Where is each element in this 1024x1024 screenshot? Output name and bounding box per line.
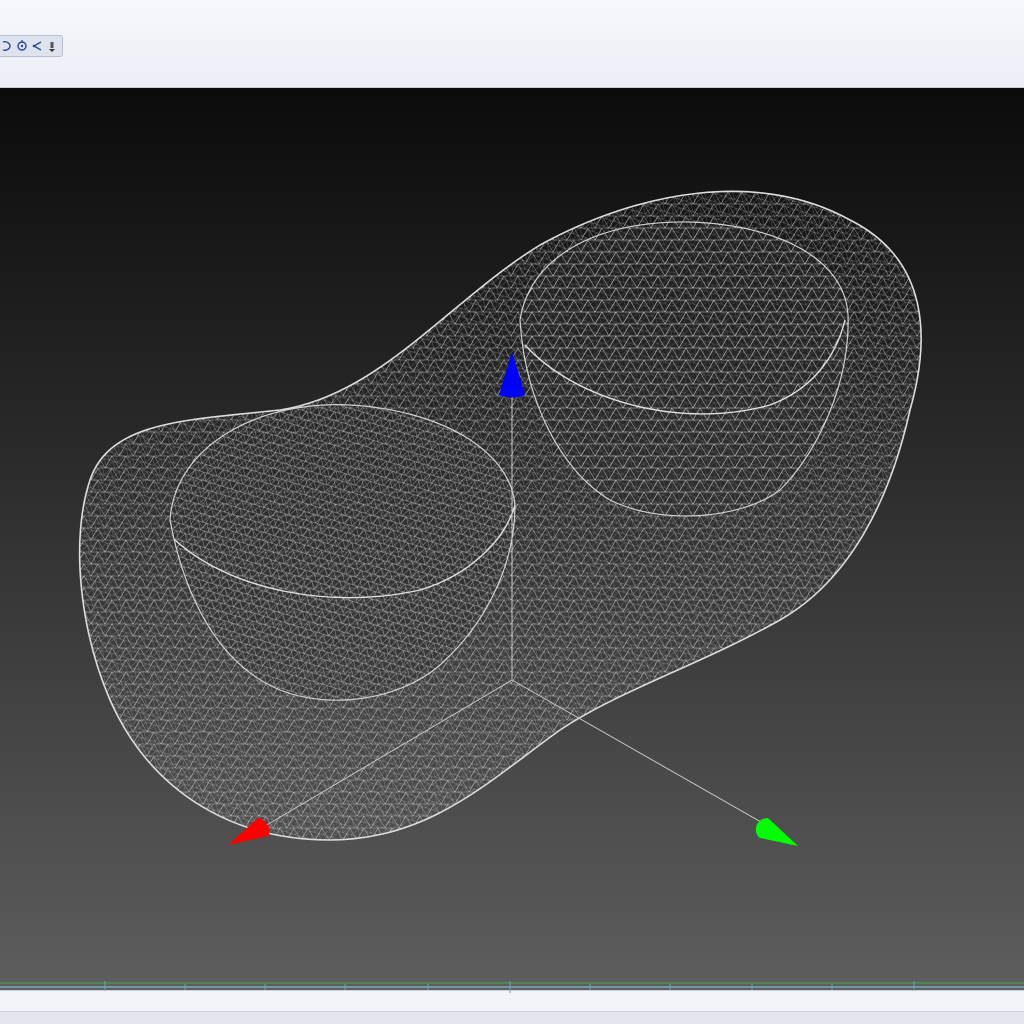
3d-viewport[interactable] [0, 88, 1024, 990]
rotate-icon[interactable] [15, 38, 28, 54]
application-window [0, 0, 1024, 1024]
status-bar [0, 1011, 1024, 1024]
mesh-scene [78, 190, 922, 846]
view-toolbar [0, 35, 63, 57]
y-axis-line [511, 679, 769, 827]
dropdown-icon[interactable] [45, 38, 58, 54]
top-toolbar-area [0, 0, 1024, 88]
light-icon[interactable] [30, 38, 43, 54]
timeline-track [0, 981, 1024, 993]
y-axis-arrow [755, 818, 798, 846]
pan-icon[interactable] [0, 38, 13, 54]
